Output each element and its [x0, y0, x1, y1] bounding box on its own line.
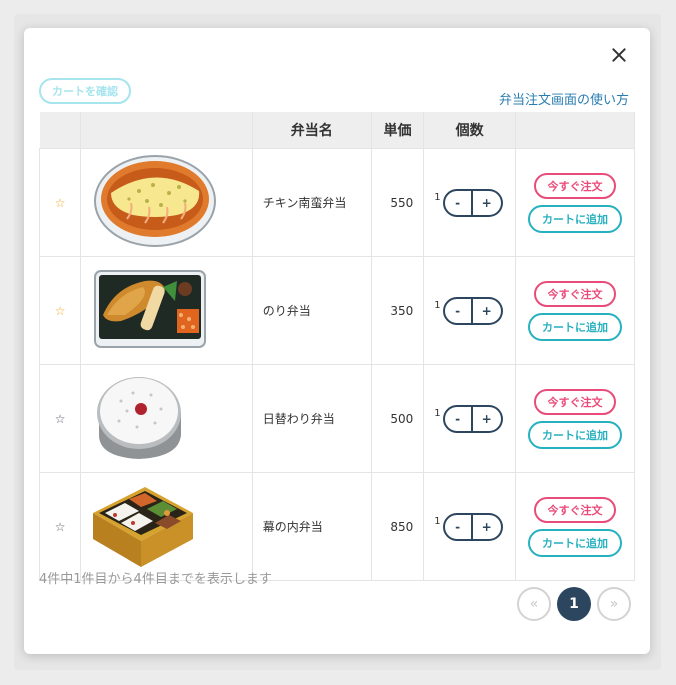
- nori-bento-image: [80, 256, 253, 365]
- header-name: 弁当名: [252, 112, 372, 149]
- qty-plus-button[interactable]: +: [472, 296, 503, 325]
- bento-name: チキン南蛮弁当: [251, 148, 372, 257]
- qty-cell: 1 - +: [423, 472, 516, 581]
- favorite-star-icon[interactable]: ☆: [38, 472, 82, 581]
- next-page-button[interactable]: »: [597, 587, 631, 621]
- actions-cell: 今すぐ注文 カートに追加: [514, 472, 636, 581]
- qty-value: 1: [434, 300, 441, 311]
- favorite-star-icon[interactable]: ☆: [38, 148, 82, 257]
- add-to-cart-button[interactable]: カートに追加: [527, 312, 622, 341]
- order-now-button[interactable]: 今すぐ注文: [533, 280, 616, 307]
- add-to-cart-button[interactable]: カートに追加: [527, 204, 622, 233]
- qty-minus-button[interactable]: -: [442, 512, 473, 541]
- bento-name: 幕の内弁当: [251, 472, 372, 581]
- quantity-stepper: 1 - +: [434, 512, 514, 541]
- table-row: ☆ チキン南蛮弁当 550 1 - + 今すぐ注文 カートに追加: [38, 148, 636, 257]
- chicken-nanban-bento-image: [80, 148, 253, 257]
- bento-price: 500: [370, 364, 425, 473]
- makunouchi-bento-image: [80, 472, 253, 581]
- prev-page-button[interactable]: «: [517, 587, 551, 621]
- actions-cell: 今すぐ注文 カートに追加: [514, 364, 636, 473]
- qty-minus-button[interactable]: -: [442, 188, 473, 217]
- cart-check-button[interactable]: カートを確認: [39, 78, 131, 104]
- bento-name: のり弁当: [251, 256, 372, 365]
- qty-cell: 1 - +: [423, 364, 516, 473]
- add-to-cart-button[interactable]: カートに追加: [527, 420, 622, 449]
- header-price: 単価: [371, 112, 425, 149]
- daily-bento-image: [80, 364, 253, 473]
- pagination: « 1 »: [517, 587, 631, 621]
- favorite-star-icon[interactable]: ☆: [38, 364, 82, 473]
- header-actions: [515, 112, 636, 149]
- table-row: ☆ のり弁当 350 1 - + 今すぐ注文 カートに追加: [38, 256, 636, 365]
- qty-value: 1: [434, 516, 441, 527]
- close-icon[interactable]: [608, 44, 630, 66]
- header-qty: 個数: [423, 112, 516, 149]
- results-summary: 4件中1件目から4件目までを表示します: [39, 572, 272, 587]
- qty-plus-button[interactable]: +: [472, 188, 503, 217]
- qty-cell: 1 - +: [423, 256, 516, 365]
- table-header-row: 弁当名 単価 個数: [39, 112, 636, 149]
- bento-name: 日替わり弁当: [251, 364, 372, 473]
- bento-price: 850: [370, 472, 425, 581]
- bento-order-modal: カートを確認 弁当注文画面の使い方 弁当名 単価 個数 ☆ チキン南蛮弁当 55…: [24, 28, 650, 654]
- quantity-stepper: 1 - +: [434, 296, 514, 325]
- qty-plus-button[interactable]: +: [472, 512, 503, 541]
- table-row: ☆ 幕の内弁当 850 1 - + 今すぐ注文 カートに追加: [38, 472, 636, 581]
- order-now-button[interactable]: 今すぐ注文: [533, 172, 616, 199]
- quantity-stepper: 1 - +: [434, 404, 514, 433]
- add-to-cart-button[interactable]: カートに追加: [527, 528, 622, 557]
- current-page-button[interactable]: 1: [557, 587, 591, 621]
- qty-value: 1: [434, 192, 441, 203]
- howto-link[interactable]: 弁当注文画面の使い方: [499, 89, 629, 108]
- qty-minus-button[interactable]: -: [442, 404, 473, 433]
- favorite-star-icon[interactable]: ☆: [38, 256, 82, 365]
- order-now-button[interactable]: 今すぐ注文: [533, 388, 616, 415]
- order-now-button[interactable]: 今すぐ注文: [533, 496, 616, 523]
- quantity-stepper: 1 - +: [434, 188, 514, 217]
- actions-cell: 今すぐ注文 カートに追加: [514, 148, 636, 257]
- qty-plus-button[interactable]: +: [472, 404, 503, 433]
- bento-price: 350: [370, 256, 425, 365]
- bento-price: 550: [370, 148, 425, 257]
- actions-cell: 今すぐ注文 カートに追加: [514, 256, 636, 365]
- qty-minus-button[interactable]: -: [442, 296, 473, 325]
- header-favorite: [39, 112, 82, 149]
- qty-cell: 1 - +: [423, 148, 516, 257]
- bento-table: 弁当名 単価 個数 ☆ チキン南蛮弁当 550 1 - + 今すぐ注文 カートに…: [38, 112, 636, 581]
- table-row: ☆ 日替わり弁当 500 1 - + 今すぐ注文 カートに追加: [38, 364, 636, 473]
- header-image: [80, 112, 253, 149]
- qty-value: 1: [434, 408, 441, 419]
